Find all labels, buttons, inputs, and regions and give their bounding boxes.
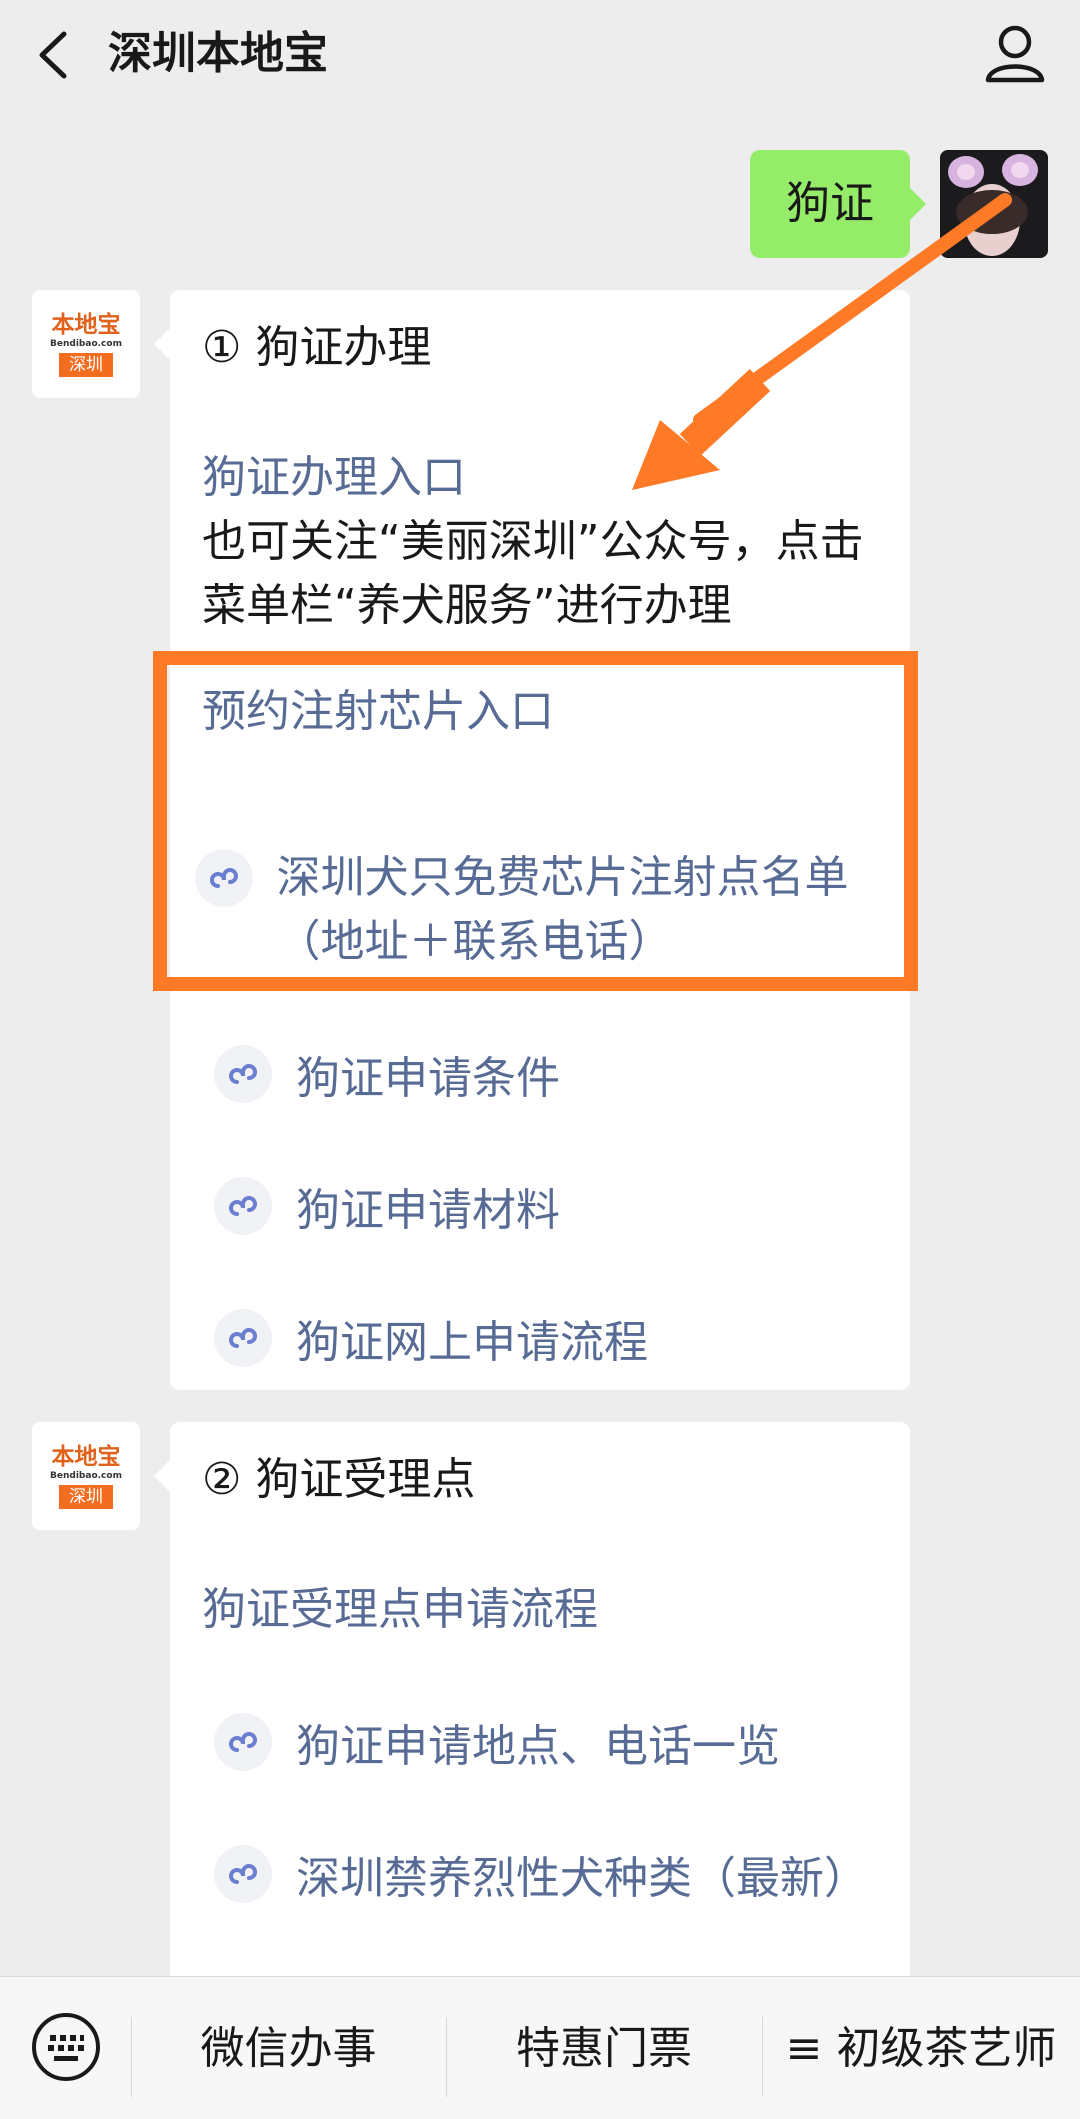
- person-icon: [985, 25, 1045, 83]
- message-heading: ② 狗证受理点: [202, 1454, 476, 1505]
- back-button[interactable]: [28, 22, 88, 88]
- avatar-brand: 本地宝: [51, 311, 121, 338]
- user-message-bubble[interactable]: 狗证: [750, 150, 926, 258]
- mini-program-link[interactable]: 狗证申请材料: [214, 1174, 560, 1238]
- mini-program-icon: [214, 1309, 272, 1367]
- avatar-city: 深圳: [59, 352, 113, 377]
- keyboard-icon: [32, 2013, 100, 2081]
- highlight-box-annotation: [153, 651, 918, 991]
- wechat-account-note: 也可关注“美丽深圳”公众号，点击菜单栏“养犬服务”进行办理: [202, 516, 864, 631]
- mini-program-icon: [214, 1713, 272, 1771]
- mini-link-label: 深圳禁养烈性犬种类（最新）: [296, 1853, 868, 1904]
- dog-license-entry-link[interactable]: 狗证办理入口: [202, 446, 466, 510]
- mini-program-link[interactable]: 狗证网上申请流程: [214, 1306, 648, 1370]
- menu-item-discount-tickets[interactable]: 特惠门票: [446, 1977, 762, 2119]
- top-bar: 深圳本地宝: [0, 0, 1080, 110]
- mini-program-icon: [214, 1845, 272, 1903]
- menu-item-wechat-services[interactable]: 微信办事: [131, 1977, 446, 2119]
- profile-button[interactable]: [980, 18, 1050, 88]
- mini-program-link[interactable]: 狗证申请地点、电话一览: [214, 1710, 780, 1774]
- avatar-city: 深圳: [59, 1484, 113, 1509]
- mini-program-link[interactable]: 深圳禁养烈性犬种类（最新）: [214, 1842, 868, 1906]
- mini-link-label: 狗证申请条件: [296, 1053, 560, 1104]
- user-photo-image: [940, 150, 1048, 258]
- bot-avatar[interactable]: 本地宝 Bendibao.com 深圳: [32, 1422, 140, 1530]
- keyboard-toggle-button[interactable]: [30, 2011, 102, 2083]
- menu-item-tea-artist[interactable]: ≡ 初级茶艺师: [762, 1977, 1080, 2119]
- mini-program-icon: [214, 1177, 272, 1235]
- chevron-left-icon: [39, 31, 67, 79]
- menu-item-label: 初级茶艺师: [836, 2023, 1057, 2074]
- acceptance-process-link[interactable]: 狗证受理点申请流程: [202, 1578, 598, 1642]
- mini-program-icon: [214, 1045, 272, 1103]
- bottom-menu-bar: 微信办事 特惠门票 ≡ 初级茶艺师: [0, 1976, 1080, 2119]
- avatar-domain: Bendibao.com: [50, 1470, 122, 1481]
- menu-list-icon: ≡: [785, 2023, 823, 2074]
- page-title: 深圳本地宝: [108, 28, 328, 79]
- user-avatar[interactable]: [940, 150, 1048, 258]
- mini-link-label: 狗证申请材料: [296, 1185, 560, 1236]
- bot-message-bubble: ② 狗证受理点 狗证受理点申请流程 狗证申请地点、电话一览 深圳禁养烈性犬种类（…: [154, 1422, 910, 2022]
- mini-link-label: 狗证申请地点、电话一览: [296, 1721, 780, 1772]
- avatar-brand: 本地宝: [51, 1443, 121, 1470]
- bot-avatar[interactable]: 本地宝 Bendibao.com 深圳: [32, 290, 140, 398]
- avatar-domain: Bendibao.com: [50, 338, 122, 349]
- message-heading: ① 狗证办理: [202, 322, 432, 373]
- mini-program-link[interactable]: 狗证申请条件: [214, 1042, 560, 1106]
- mini-link-label: 狗证网上申请流程: [296, 1317, 648, 1368]
